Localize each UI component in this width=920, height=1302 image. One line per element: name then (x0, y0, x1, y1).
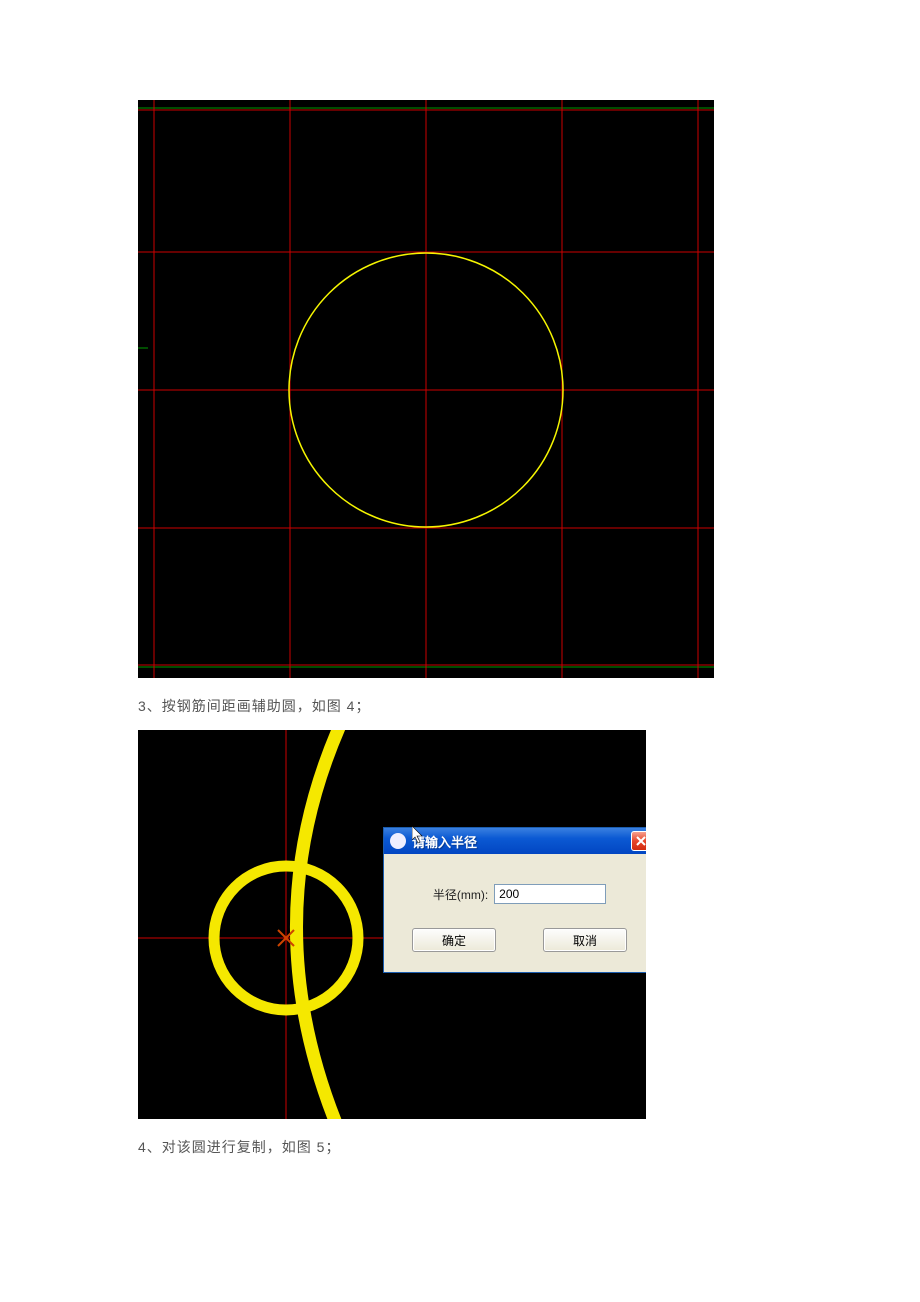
cad-viewport-2: 请输入半径 半径(mm): 确定 取消 (138, 730, 646, 1119)
close-button[interactable] (631, 831, 646, 851)
caption-step-3: 3、按钢筋间距画辅助圆，如图 4； (138, 696, 920, 716)
app-icon (390, 833, 406, 849)
dialog-button-row: 确定 取消 (404, 928, 635, 952)
radius-input[interactable] (494, 884, 606, 904)
document-page: 3、按钢筋间距画辅助圆，如图 4； 请输入半径 (0, 100, 920, 1211)
radius-dialog: 请输入半径 半径(mm): 确定 取消 (383, 827, 646, 973)
cad-drawing-1 (138, 100, 714, 678)
ok-button[interactable]: 确定 (412, 928, 496, 952)
dialog-title: 请输入半径 (412, 832, 631, 851)
cancel-button[interactable]: 取消 (543, 928, 627, 952)
close-icon (636, 836, 646, 846)
cad-viewport-1 (138, 100, 714, 678)
large-arc (296, 730, 347, 1119)
cursor-icon (412, 826, 424, 844)
dialog-body: 半径(mm): 确定 取消 (384, 854, 646, 972)
radius-label: 半径(mm): (433, 886, 488, 903)
dialog-titlebar[interactable]: 请输入半径 (384, 828, 646, 854)
caption-step-4: 4、对该圆进行复制，如图 5； (138, 1137, 920, 1157)
radius-field-row: 半径(mm): (404, 884, 635, 904)
